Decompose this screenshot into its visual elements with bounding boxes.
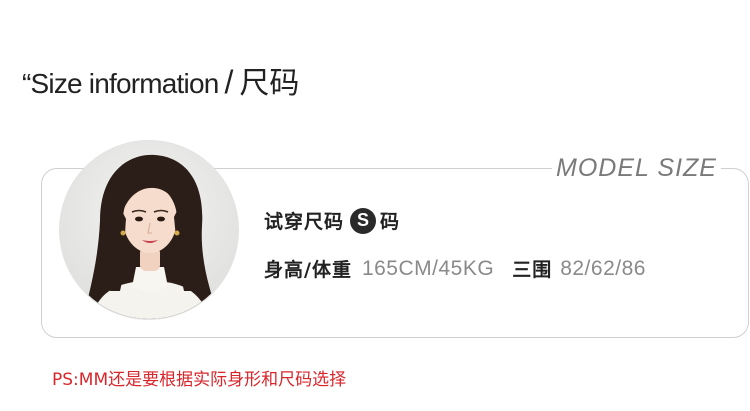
height-weight-label: 身高/体重 <box>264 259 352 281</box>
title-english: “Size information <box>22 68 219 99</box>
measurements-label: 三围 <box>512 259 553 281</box>
size-badge: S <box>350 207 377 234</box>
try-on-size-row: 试穿尺码 S 码 <box>264 207 400 234</box>
model-size-label: MODEL SIZE <box>552 154 721 182</box>
size-suffix: 码 <box>380 211 401 233</box>
try-on-size-label: 试穿尺码 <box>264 211 345 233</box>
title-separator: / <box>224 64 234 100</box>
body-stats-row: 身高/体重 165CM/45KG 三围 82/62/86 <box>264 255 646 282</box>
page-title: “Size information / 尺码 <box>22 58 299 102</box>
measurements-value: 82/62/86 <box>560 256 646 280</box>
height-weight-value: 165CM/45KG <box>361 256 495 280</box>
ps-note: PS:MM还是要根据实际身形和尺码选择 <box>52 370 347 390</box>
title-chinese: 尺码 <box>239 66 300 101</box>
model-portrait-image <box>60 141 238 319</box>
model-photo <box>59 140 239 320</box>
